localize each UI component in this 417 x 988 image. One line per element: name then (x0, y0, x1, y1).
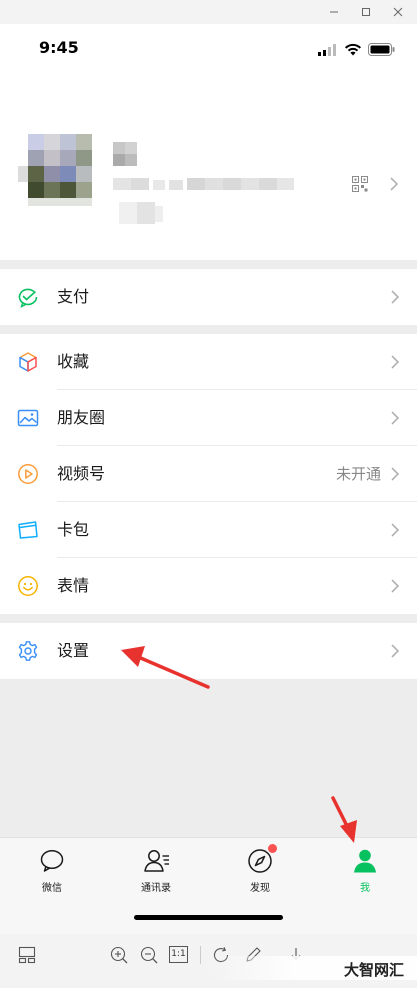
menu-item-label: 设置 (57, 641, 90, 660)
signal-icon (318, 41, 338, 60)
chevron-right-icon (390, 643, 400, 663)
person-icon (352, 848, 378, 874)
chevron-right-icon (390, 522, 400, 542)
menu-item-pay[interactable]: 支付 (0, 269, 417, 325)
menu-item-label: 表情 (57, 576, 90, 595)
menu-group-main: 收藏 朋友圈 视频号 未开通 卡包 表情 (0, 334, 417, 614)
menu-item-settings[interactable]: 设置 (0, 623, 417, 679)
menu-group-pay: 支付 (0, 269, 417, 325)
chevron-right-icon[interactable] (389, 176, 399, 196)
nickname (113, 142, 139, 170)
watermark: 大智网汇 (344, 961, 405, 979)
cube-icon (17, 351, 39, 373)
section-gap (0, 260, 417, 269)
avatar[interactable] (18, 134, 102, 206)
battery-icon (368, 41, 395, 60)
card-icon (17, 519, 39, 541)
menu-item-channels[interactable]: 视频号 未开通 (0, 446, 417, 502)
smiley-icon (17, 575, 39, 597)
menu-item-label: 支付 (57, 287, 90, 306)
tab-discover[interactable]: 发现 (224, 844, 294, 898)
tab-label: 我 (360, 883, 370, 894)
chat-bubble-icon (39, 848, 65, 874)
empty-area (0, 679, 417, 837)
status-bar: 9:45 (0, 24, 417, 72)
gear-icon (17, 640, 39, 662)
wifi-icon (344, 41, 362, 60)
zoom-out-icon[interactable] (140, 946, 158, 968)
menu-item-label: 卡包 (57, 520, 90, 539)
play-icon (17, 463, 39, 485)
menu-item-cards[interactable]: 卡包 (0, 502, 417, 558)
chevron-right-icon (390, 354, 400, 374)
wechat-pay-icon (17, 286, 39, 308)
menu-item-stickers[interactable]: 表情 (0, 558, 417, 614)
home-indicator (134, 915, 283, 920)
tab-contacts[interactable]: 通讯录 (120, 848, 190, 898)
menu-item-label: 朋友圈 (57, 408, 106, 427)
minimize-icon[interactable] (326, 4, 342, 20)
tab-me[interactable]: 我 (329, 848, 399, 898)
menu-item-favorites[interactable]: 收藏 (0, 334, 417, 390)
tab-label: 微信 (42, 883, 62, 894)
tab-label: 通讯录 (141, 883, 171, 894)
section-gap (0, 325, 417, 334)
menu-item-label: 收藏 (57, 352, 90, 371)
tab-bar: 微信 通讯录 发现 我 (0, 837, 417, 934)
window-titlebar (0, 0, 417, 24)
image-icon (17, 407, 39, 429)
menu-item-moments[interactable]: 朋友圈 (0, 390, 417, 446)
tab-label: 发现 (250, 883, 270, 894)
chevron-right-icon (390, 578, 400, 598)
menu-item-label: 视频号 (57, 464, 106, 483)
close-icon[interactable] (390, 4, 406, 20)
maximize-icon[interactable] (358, 4, 374, 20)
tab-chats[interactable]: 微信 (16, 848, 86, 898)
wechat-id (113, 176, 298, 230)
chevron-right-icon (390, 410, 400, 430)
chevron-right-icon (390, 289, 400, 309)
chevron-right-icon (390, 466, 400, 486)
contacts-icon (143, 848, 169, 874)
notification-dot (268, 844, 277, 853)
zoom-in-icon[interactable] (110, 946, 128, 968)
channels-status: 未开通 (335, 465, 381, 483)
thumbnail-icon[interactable] (18, 946, 36, 968)
profile-header[interactable] (0, 72, 417, 260)
toolbar-divider (200, 946, 201, 964)
actual-size-icon[interactable]: 1:1 (169, 946, 188, 963)
menu-group-settings: 设置 (0, 623, 417, 679)
status-time: 9:45 (39, 38, 79, 57)
section-gap (0, 614, 417, 623)
qr-code-icon[interactable] (352, 176, 368, 196)
